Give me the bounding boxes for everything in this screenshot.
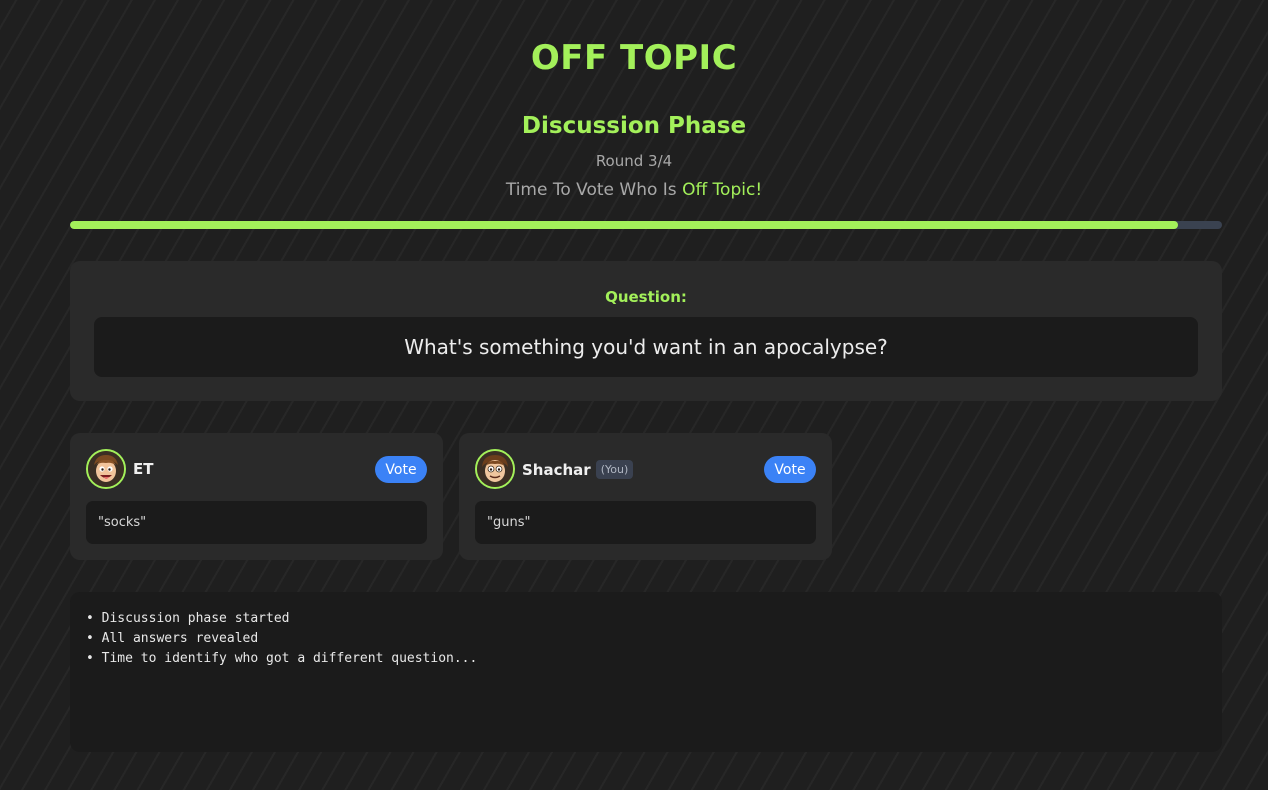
- vote-button[interactable]: Vote: [764, 456, 816, 483]
- game-title: OFF TOPIC: [530, 38, 738, 78]
- cartoon-face-avatar-icon: [88, 451, 124, 487]
- vote-button[interactable]: Vote: [375, 456, 427, 483]
- player-name: ET: [133, 460, 153, 478]
- question-label: Question:: [605, 288, 687, 306]
- status-prefix: Time To Vote Who Is: [505, 180, 683, 200]
- question-text: What's something you'd want in an apocal…: [94, 317, 1198, 377]
- round-indicator: Round 3/4: [595, 152, 673, 170]
- status-highlight: Off Topic!: [682, 180, 763, 200]
- avatar: [475, 449, 515, 489]
- log-line: • Time to identify who got a different q…: [86, 651, 478, 666]
- player-name-text: ET: [133, 460, 154, 478]
- player-card-et: ET Vote "socks": [70, 433, 443, 560]
- player-card-shachar: Shachar (You) Vote "guns": [459, 433, 832, 560]
- log-line: • All answers revealed: [86, 631, 259, 646]
- status-message: Time To Vote Who Is Off Topic!: [0, 180, 1268, 200]
- player-answer: "socks": [86, 501, 427, 544]
- question-card: Question: What's something you'd want in…: [70, 261, 1222, 401]
- log-line: • Discussion phase started: [86, 611, 290, 626]
- phase-title: Discussion Phase: [521, 113, 747, 139]
- timer-progress-bar: [70, 221, 1222, 229]
- you-badge: (You): [595, 460, 634, 479]
- player-name-text: Shachar: [522, 460, 591, 479]
- avatar: [86, 449, 126, 489]
- player-answer: "guns": [475, 501, 816, 544]
- timer-progress-fill: [70, 221, 1179, 229]
- event-log: • Discussion phase started • All answers…: [70, 592, 1222, 752]
- player-name: Shachar (You): [522, 460, 634, 479]
- cartoon-face-avatar-icon: [477, 451, 513, 487]
